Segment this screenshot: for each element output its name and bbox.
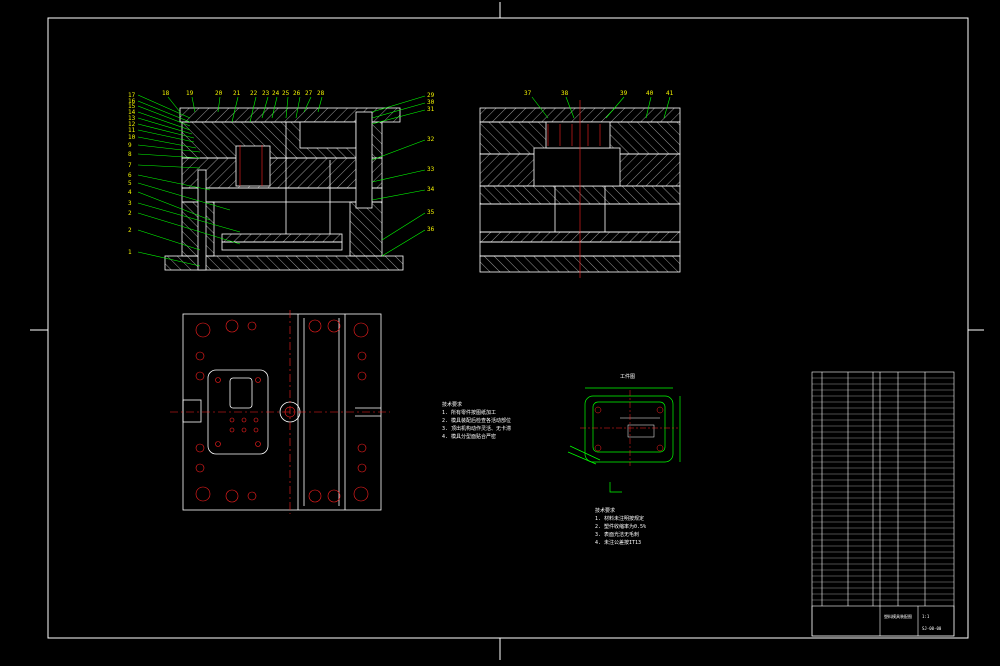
part-number: 41 (666, 90, 674, 97)
part-number: 28 (317, 90, 325, 97)
part-number: 4 (128, 189, 132, 196)
part-number: 32 (427, 136, 435, 143)
part-number: 34 (427, 186, 435, 193)
drawing-number: SJ-00-00 (922, 626, 942, 631)
part-number: 35 (427, 209, 435, 216)
part-number: 21 (233, 90, 241, 97)
part-note-item: 1. 材料未注明按规定 (595, 515, 644, 522)
part-number: 36 (427, 226, 435, 233)
part-number: 11 (128, 127, 136, 134)
cad-drawing-sheet: 17 16 15 14 13 12 11 10 9 8 7 6 5 4 3 2 … (30, 2, 984, 660)
part-number: 40 (646, 90, 654, 97)
plan-view (170, 310, 390, 514)
part-number: 30 (427, 99, 435, 106)
drawing-title: 塑料模具装配图 (884, 613, 912, 619)
drawing-scale: 1:1 (922, 614, 930, 619)
part-number: 8 (128, 151, 132, 158)
part-number: 37 (524, 90, 532, 97)
tech-note-item: 2. 模具装配后检查各活动部位 (442, 417, 511, 424)
part-note-item: 3. 表面光洁无毛刺 (595, 531, 639, 538)
part-number: 38 (561, 90, 569, 97)
part-number: 18 (162, 90, 170, 97)
part-number: 6 (128, 172, 132, 179)
part-number: 23 (262, 90, 270, 97)
part-number: 9 (128, 142, 132, 149)
front-section-view: 17 16 15 14 13 12 11 10 9 8 7 6 5 4 3 2 … (128, 90, 435, 271)
part-number: 25 (282, 90, 290, 97)
part-number: 1 (128, 249, 132, 256)
part-number: 19 (186, 90, 194, 97)
part-drawing-title: 工件图 (620, 373, 635, 380)
side-section-view: 37 38 39 40 41 (479, 90, 681, 278)
part-note-item: 2. 塑件收缩率为0.5% (595, 523, 646, 530)
tech-note-item: 1. 所有零件按图纸加工 (442, 409, 496, 416)
part-number: 39 (620, 90, 628, 97)
title-block: 塑料模具装配图 SJ-00-00 1:1 (811, 371, 955, 637)
part-number: 2 (128, 210, 132, 217)
part-number: 29 (427, 92, 435, 99)
technical-notes: 技术要求 1. 所有零件按图纸加工 2. 模具装配后检查各活动部位 3. 顶出机… (442, 401, 511, 440)
part-notes-title: 技术要求 (595, 507, 615, 514)
tech-notes-title: 技术要求 (442, 401, 462, 408)
part-number: 20 (215, 90, 223, 97)
part-number: 24 (272, 90, 280, 97)
drawing-frame (30, 2, 984, 660)
part-number: 3 (128, 200, 132, 207)
part-number: 26 (293, 90, 301, 97)
part-number: 7 (128, 162, 132, 169)
part-number: 22 (250, 90, 258, 97)
part-number: 2 (128, 227, 132, 234)
tech-note-item: 4. 模具分型面贴合严密 (442, 433, 496, 440)
part-number: 33 (427, 166, 435, 173)
part-number: 5 (128, 180, 132, 187)
part-number: 31 (427, 106, 435, 113)
part-number: 27 (305, 90, 313, 97)
part-note-item: 4. 未注公差按IT13 (595, 539, 641, 546)
part-drawing: 工件图 技术要求 1. 材料未注明按规定 2. 塑件收缩率为0.5% 3. 表面… (567, 373, 681, 546)
part-number: 10 (128, 134, 136, 141)
tech-note-item: 3. 顶出机构动作灵活、无卡滞 (442, 425, 511, 432)
